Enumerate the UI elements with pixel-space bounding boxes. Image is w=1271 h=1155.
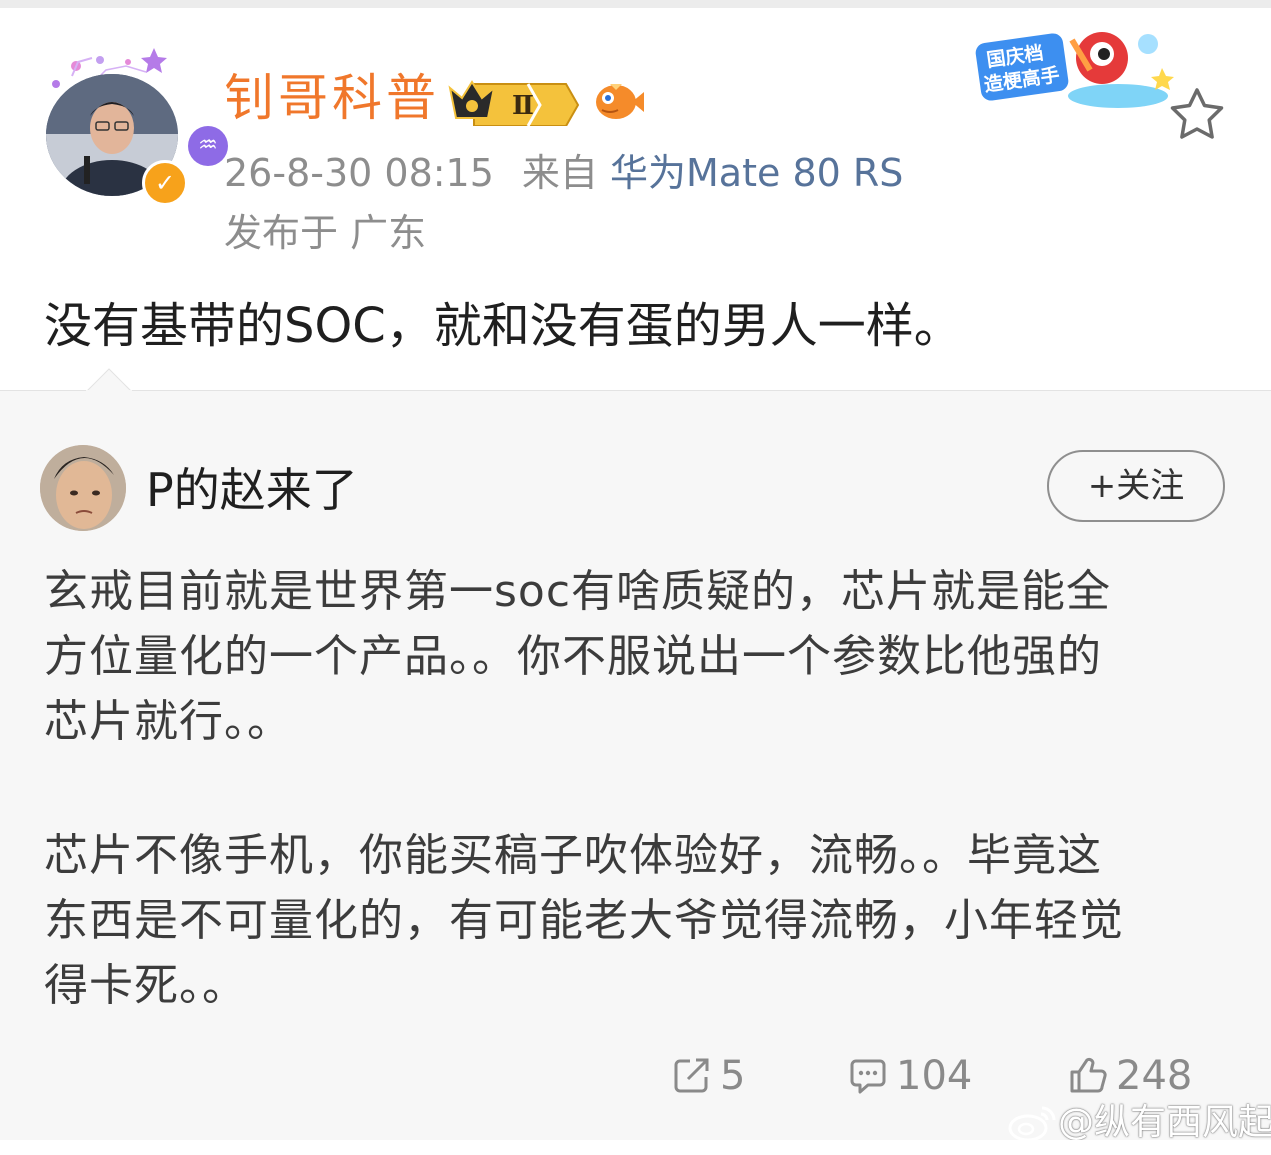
device-source-link[interactable]: 华为Mate 80 RS [610, 151, 903, 195]
verified-icon: ✓ [142, 160, 188, 206]
level-label: Ⅱ [512, 91, 534, 121]
text-line: 芯片不像手机，你能买稿子吹体验好，流畅。。毕竟这 [44, 830, 1102, 881]
comment-count: 104 [896, 1053, 973, 1099]
follow-button[interactable]: +关注 [1047, 450, 1225, 522]
repost-count: 5 [720, 1053, 746, 1099]
text-line: 方位量化的一个产品。。你不服说出一个参数比他强的 [44, 631, 1102, 682]
repost-author-name[interactable]: P的赵来了 [146, 461, 358, 519]
post-timestamp: 26-8-30 08:15 [224, 151, 494, 195]
card-notch [86, 368, 132, 392]
holiday-badge-icon: 国庆档 造梗高手 [975, 32, 1174, 108]
text-line: 东西是不可量化的，有可能老大爷觉得流畅，小年轻觉 [44, 895, 1124, 946]
text-line: 芯片就行。。 [44, 696, 292, 747]
weibo-post: ♒ ✓ 钊哥科普 Ⅱ 国庆档 造梗高手 26-8-30 08:15 来自 华为Ma… [0, 8, 1271, 390]
reposted-card[interactable]: P的赵来了 +关注 玄戒目前就是世界第一soc有啥质疑的，芯片就是能全 方位量化… [0, 368, 1271, 1141]
repost-paragraph-1[interactable]: 玄戒目前就是世界第一soc有啥质疑的，芯片就是能全 方位量化的一个产品。。你不服… [44, 559, 1234, 754]
repost-icon [674, 1058, 709, 1093]
repost-paragraph-2[interactable]: 芯片不像手机，你能买稿子吹体验好，流畅。。毕竟这 东西是不可量化的，有可能老大爷… [44, 823, 1234, 1018]
like-icon [1070, 1057, 1107, 1093]
post-meta: 26-8-30 08:15 来自 华为Mate 80 RS [224, 150, 903, 196]
text-line: 得卡死。。 [44, 960, 247, 1011]
zodiac-icon: ♒ [188, 126, 228, 166]
top-divider [0, 0, 1271, 8]
crown-badge-icon: Ⅱ [448, 80, 580, 126]
fish-badge-icon [596, 84, 644, 119]
author-avatar-block[interactable]: ♒ ✓ [46, 48, 228, 206]
repost-author-avatar[interactable] [40, 445, 126, 531]
author-name[interactable]: 钊哥科普 [224, 66, 440, 130]
post-text[interactable]: 没有基带的SOC，就和没有蛋的男人一样。 [44, 294, 962, 358]
bottom-strip [0, 1140, 1271, 1155]
comment-icon [850, 1059, 886, 1094]
star-outline-icon[interactable] [1168, 86, 1226, 142]
post-location: 发布于 广东 [224, 211, 427, 255]
text-line: 玄戒目前就是世界第一soc有啥质疑的，芯片就是能全 [44, 566, 1112, 617]
weibo-logo-icon [1008, 1106, 1056, 1142]
comment-action[interactable]: 104 [848, 1051, 972, 1101]
like-count: 248 [1116, 1053, 1193, 1099]
repost-action[interactable]: 5 [672, 1051, 745, 1101]
like-action[interactable]: 248 [1068, 1051, 1192, 1101]
watermark-handle: @纵有西风起 [1058, 1102, 1271, 1143]
from-label: 来自 [521, 151, 598, 195]
